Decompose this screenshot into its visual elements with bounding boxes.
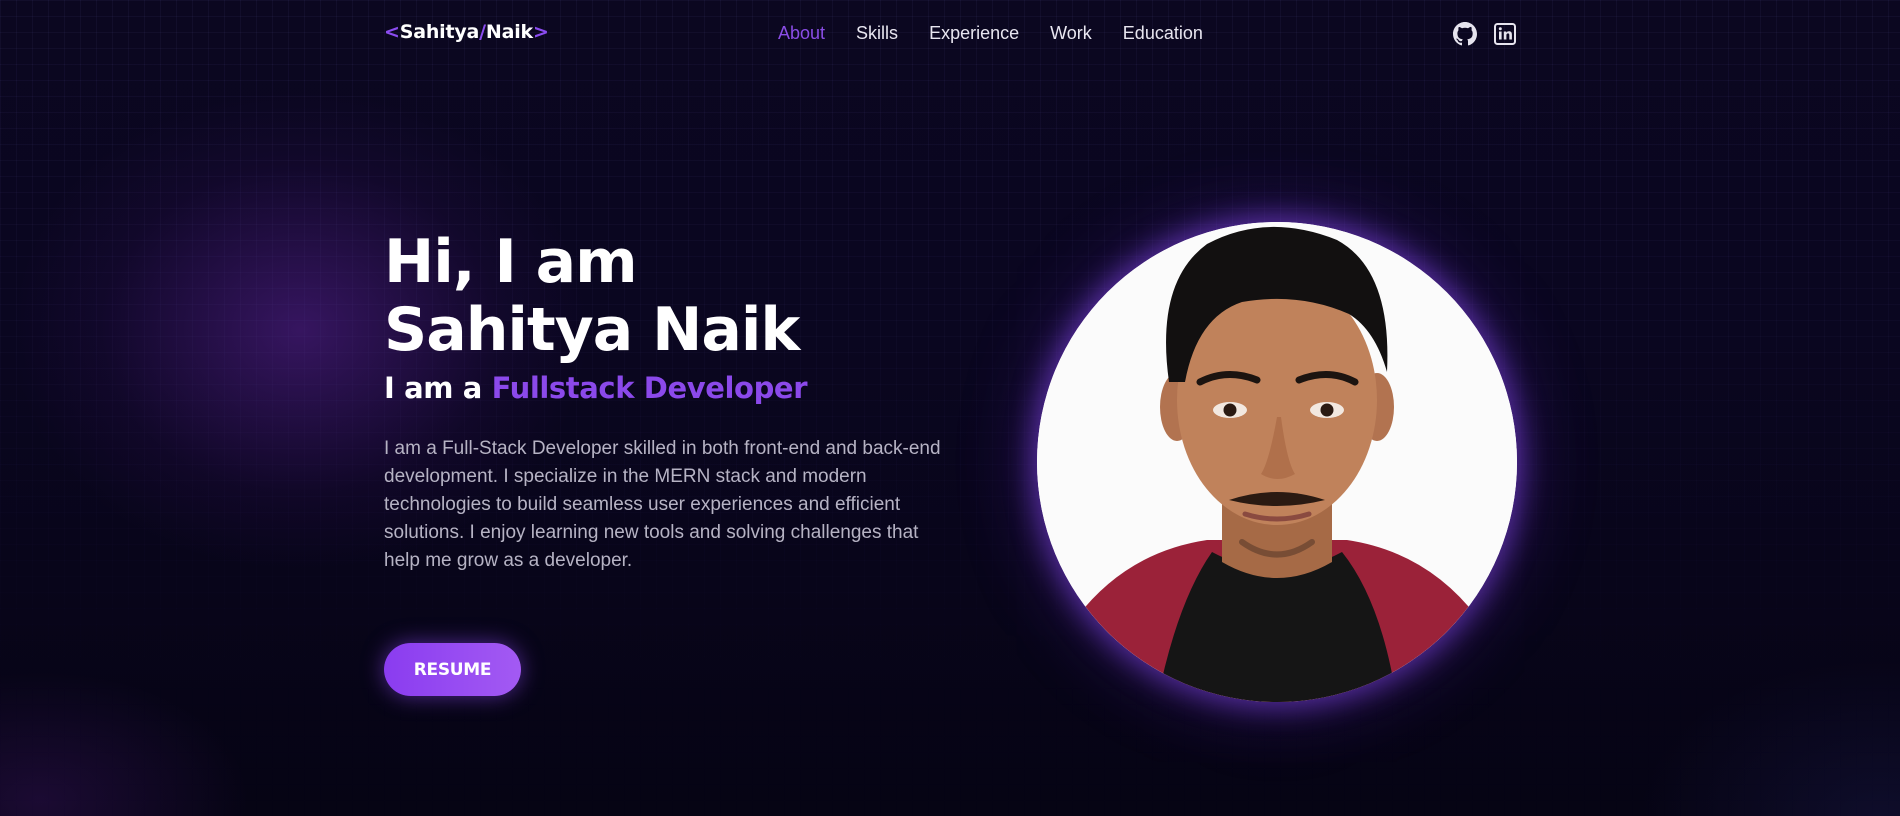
- hero-description: I am a Full-Stack Developer skilled in b…: [384, 438, 941, 571]
- subtitle-role: Fullstack Developer: [491, 371, 808, 405]
- profile-photo-illustration: [1037, 222, 1517, 702]
- logo-first-name: Sahitya: [399, 21, 480, 43]
- nav-link-about[interactable]: About: [778, 23, 825, 44]
- hero-title-line2: Sahitya Naik: [384, 295, 800, 365]
- hero-title-line1: Hi, I am: [384, 227, 638, 297]
- logo-slash: /: [479, 21, 486, 43]
- nav-link-skills[interactable]: Skills: [856, 23, 898, 44]
- nav-links: About Skills Experience Work Education: [778, 23, 1234, 44]
- navbar: <Sahitya/Naik> About Skills Experience W…: [0, 0, 1900, 66]
- logo-bracket-open: <: [384, 21, 400, 43]
- nav-link-education[interactable]: Education: [1123, 23, 1203, 44]
- linkedin-icon[interactable]: [1493, 22, 1517, 46]
- logo-bracket-close: >: [533, 21, 549, 43]
- github-icon[interactable]: [1453, 22, 1477, 46]
- profile-photo: [1037, 222, 1517, 702]
- nav-link-experience[interactable]: Experience: [929, 23, 1019, 44]
- hero-intro: Hi, I am Sahitya Naik I am a Fullstack D…: [384, 228, 964, 575]
- site-logo[interactable]: <Sahitya/Naik>: [384, 21, 549, 43]
- hero-subtitle: I am a Fullstack Developer: [384, 371, 964, 405]
- hero-title: Hi, I am Sahitya Naik: [384, 228, 964, 364]
- resume-button[interactable]: RESUME: [384, 643, 521, 696]
- subtitle-prefix: I am a: [384, 371, 492, 405]
- social-links: [1453, 22, 1517, 46]
- nav-link-work[interactable]: Work: [1050, 23, 1092, 44]
- logo-last-name: Naik: [485, 21, 533, 43]
